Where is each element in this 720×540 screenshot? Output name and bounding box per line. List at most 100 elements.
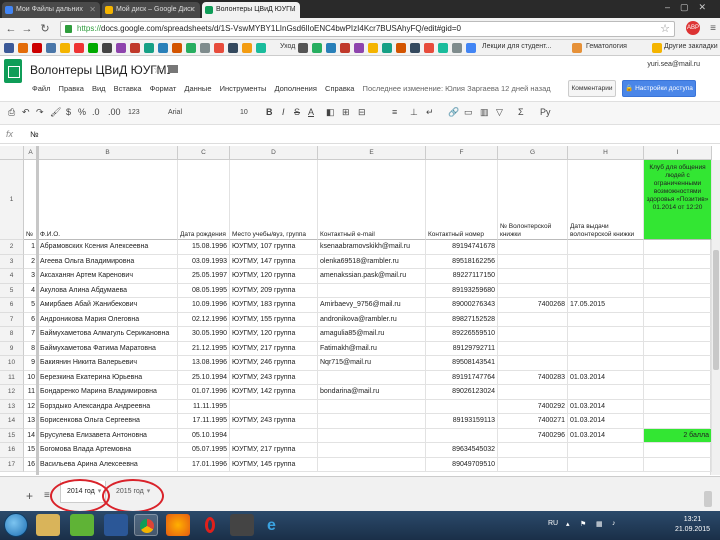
- cell-g17[interactable]: [498, 457, 568, 472]
- media-icon[interactable]: [230, 514, 254, 536]
- bookmark-lectures[interactable]: Лекции для студент...: [482, 43, 551, 50]
- italic-icon[interactable]: I: [282, 107, 285, 117]
- menu-icon[interactable]: ≡: [710, 23, 716, 34]
- cell-d16[interactable]: ЮУГМУ, 217 группа: [230, 443, 318, 458]
- row-header[interactable]: 6: [0, 298, 24, 313]
- formula-input[interactable]: №: [30, 130, 39, 139]
- print-icon[interactable]: ⎙: [8, 107, 15, 118]
- cell-c2[interactable]: 15.08.1996: [178, 240, 230, 255]
- folder-icon[interactable]: [168, 65, 178, 73]
- cell-c11[interactable]: 25.10.1994: [178, 370, 230, 385]
- bookmark-icon[interactable]: [572, 43, 582, 53]
- menu-view[interactable]: Вид: [92, 84, 106, 93]
- chrome-icon[interactable]: [134, 514, 158, 536]
- wrap-icon[interactable]: ↵: [426, 107, 434, 118]
- increase-decimal-icon[interactable]: .00: [108, 107, 121, 117]
- extension-icon[interactable]: ABP: [686, 21, 700, 35]
- cell-d2[interactable]: ЮУГМУ, 107 группа: [230, 240, 318, 255]
- cell-d3[interactable]: ЮУГМУ, 147 группа: [230, 254, 318, 269]
- row-header[interactable]: 4: [0, 269, 24, 284]
- cell-h15[interactable]: 01.03.2014: [568, 428, 644, 443]
- cell-i3[interactable]: [644, 254, 712, 269]
- cell-e10[interactable]: Nqr715@mail.ru: [318, 356, 426, 371]
- cell-f2[interactable]: 89194741678: [426, 240, 498, 255]
- cell-f5[interactable]: 89193259680: [426, 283, 498, 298]
- column-header-d[interactable]: D: [230, 146, 318, 160]
- bookmark-icon[interactable]: [466, 43, 476, 53]
- volume-icon[interactable]: ♪: [612, 520, 616, 527]
- cell-h9[interactable]: [568, 341, 644, 356]
- window-controls[interactable]: –▢✕: [665, 2, 716, 13]
- redo-icon[interactable]: ↷: [36, 107, 44, 118]
- opera-icon[interactable]: [198, 514, 222, 536]
- cell-g5[interactable]: [498, 283, 568, 298]
- cell-g13[interactable]: 7400292: [498, 399, 568, 414]
- header-cell-d[interactable]: Место учебы/вуз, группа: [230, 160, 318, 240]
- cell-i17[interactable]: [644, 457, 712, 472]
- cell-e6[interactable]: Amirbaevy_9756@mail.ru: [318, 298, 426, 313]
- cell-i11[interactable]: [644, 370, 712, 385]
- cell-b5[interactable]: Акулова Алина Абдумаева: [38, 283, 178, 298]
- cell-e14[interactable]: [318, 414, 426, 429]
- cell-h12[interactable]: [568, 385, 644, 400]
- bookmark-icon[interactable]: [396, 43, 406, 53]
- select-all-corner[interactable]: [0, 146, 24, 160]
- cell-i2[interactable]: [644, 240, 712, 255]
- cell-c4[interactable]: 25.05.1997: [178, 269, 230, 284]
- merge-icon[interactable]: ⊟: [358, 107, 366, 118]
- system-clock[interactable]: 13:21 21.09.2015: [675, 515, 710, 535]
- cell-g10[interactable]: [498, 356, 568, 371]
- menu-data[interactable]: Данные: [184, 84, 211, 93]
- cell-g12[interactable]: [498, 385, 568, 400]
- cell-f4[interactable]: 89227117150: [426, 269, 498, 284]
- cell-d17[interactable]: ЮУГМУ, 145 группа: [230, 457, 318, 472]
- network-icon[interactable]: ▦: [596, 520, 603, 528]
- cell-i7[interactable]: [644, 312, 712, 327]
- cell-d8[interactable]: ЮУГМУ, 120 группа: [230, 327, 318, 342]
- cell-b2[interactable]: Абрамовских Ксения Алексеевна: [38, 240, 178, 255]
- cell-b7[interactable]: Андроникова Мария Олеговна: [38, 312, 178, 327]
- cell-c10[interactable]: 13.08.1996: [178, 356, 230, 371]
- cell-i8[interactable]: [644, 327, 712, 342]
- cell-i5[interactable]: [644, 283, 712, 298]
- bookmark-icon[interactable]: [18, 43, 28, 53]
- bookmark-icon[interactable]: [340, 43, 350, 53]
- borders-icon[interactable]: ⊞: [342, 107, 350, 118]
- text-color-icon[interactable]: A: [308, 107, 314, 117]
- cell-g11[interactable]: 7400283: [498, 370, 568, 385]
- cell-e2[interactable]: ksenaabramovskikh@mail.ru: [318, 240, 426, 255]
- filter-icon[interactable]: ▽: [496, 107, 503, 118]
- menu-help[interactable]: Справка: [325, 84, 354, 93]
- cell-h8[interactable]: [568, 327, 644, 342]
- tray-arrow-icon[interactable]: ▴: [566, 520, 570, 528]
- row-header[interactable]: 15: [0, 428, 24, 443]
- bookmark-icon[interactable]: [102, 43, 112, 53]
- cell-c13[interactable]: 11.11.1995: [178, 399, 230, 414]
- row-header[interactable]: 3: [0, 254, 24, 269]
- bookmark-icon[interactable]: [256, 43, 266, 53]
- word-icon[interactable]: [104, 514, 128, 536]
- close-icon[interactable]: ✕: [189, 2, 196, 18]
- cell-d7[interactable]: ЮУГМУ, 155 группа: [230, 312, 318, 327]
- add-sheet-icon[interactable]: +: [26, 489, 33, 503]
- column-header-i[interactable]: I: [644, 146, 712, 160]
- cell-b15[interactable]: Брусулева Елизавета Антоновна: [38, 428, 178, 443]
- menu-edit[interactable]: Правка: [59, 84, 84, 93]
- share-button[interactable]: 🔒 Настройки доступа: [622, 80, 696, 97]
- cell-f11[interactable]: 89191747764: [426, 370, 498, 385]
- cell-i12[interactable]: [644, 385, 712, 400]
- header-cell-h[interactable]: Дата выдачи волонтерской книжки: [568, 160, 644, 240]
- cell-b11[interactable]: Березкина Екатерина Юрьевна: [38, 370, 178, 385]
- close-icon[interactable]: ✕: [89, 2, 96, 18]
- cell-c16[interactable]: 05.07.1995: [178, 443, 230, 458]
- header-cell-f[interactable]: Контактный номер: [426, 160, 498, 240]
- bookmark-icon[interactable]: [298, 43, 308, 53]
- browser-tab-2[interactable]: Мой диск – Google Диск ✕: [102, 2, 200, 18]
- bookmark-icon[interactable]: [32, 43, 42, 53]
- cell-d9[interactable]: ЮУГМУ, 217 группа: [230, 341, 318, 356]
- bold-icon[interactable]: B: [266, 107, 273, 117]
- header-cell-b[interactable]: Ф.И.О.: [38, 160, 178, 240]
- functions-icon[interactable]: Σ: [518, 107, 524, 117]
- font-dropdown[interactable]: Arial: [168, 109, 182, 116]
- cell-h5[interactable]: [568, 283, 644, 298]
